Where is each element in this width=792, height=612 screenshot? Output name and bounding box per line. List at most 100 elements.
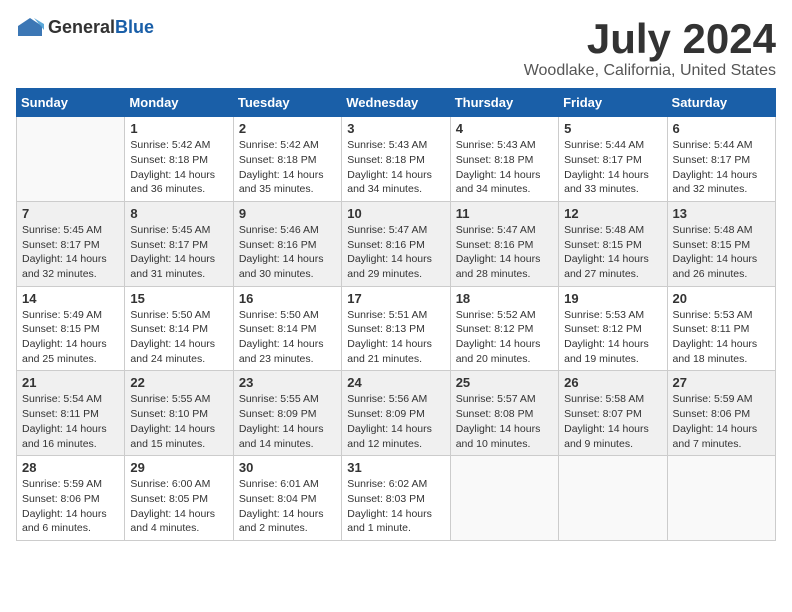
day-number: 4 (456, 121, 553, 136)
day-number: 12 (564, 206, 661, 221)
header: GeneralBlue July 2024 Woodlake, Californ… (16, 16, 776, 80)
logo: GeneralBlue (16, 16, 154, 38)
calendar-body: 1 Sunrise: 5:42 AM Sunset: 8:18 PM Daylig… (17, 117, 776, 541)
day-info: Sunrise: 5:50 AM Sunset: 8:14 PM Dayligh… (130, 308, 227, 367)
day-info: Sunrise: 5:55 AM Sunset: 8:10 PM Dayligh… (130, 392, 227, 451)
day-number: 29 (130, 460, 227, 475)
day-info: Sunrise: 5:49 AM Sunset: 8:15 PM Dayligh… (22, 308, 119, 367)
weekday-header-thursday: Thursday (450, 89, 558, 117)
logo-icon (16, 16, 44, 38)
calendar-cell: 20Sunrise: 5:53 AM Sunset: 8:11 PM Dayli… (667, 286, 775, 371)
day-number: 24 (347, 375, 444, 390)
calendar-cell: 4Sunrise: 5:43 AM Sunset: 8:18 PM Daylig… (450, 117, 558, 202)
calendar-cell: 28 Sunrise: 5:59 AM Sunset: 8:06 PM Dayli… (17, 456, 125, 541)
calendar-cell (450, 456, 558, 541)
day-info: Sunrise: 5:44 AM Sunset: 8:17 PM Dayligh… (673, 138, 770, 197)
day-info: Sunrise: 5:53 AM Sunset: 8:12 PM Dayligh… (564, 308, 661, 367)
calendar-cell: 8Sunrise: 5:45 AM Sunset: 8:17 PM Daylig… (125, 201, 233, 286)
calendar-cell (17, 117, 125, 202)
calendar-cell: 19 Sunrise: 5:53 AM Sunset: 8:12 PM Dayli… (559, 286, 667, 371)
day-number: 19 (564, 291, 661, 306)
day-number: 2 (239, 121, 336, 136)
day-info: Sunrise: 5:54 AM Sunset: 8:11 PM Dayligh… (22, 392, 119, 451)
calendar-cell: 14 Sunrise: 5:49 AM Sunset: 8:15 PM Dayli… (17, 286, 125, 371)
calendar-cell (667, 456, 775, 541)
calendar-cell: 17 Sunrise: 5:51 AM Sunset: 8:13 PM Dayli… (342, 286, 450, 371)
calendar-week-2: 7Sunrise: 5:45 AM Sunset: 8:17 PM Daylig… (17, 201, 776, 286)
day-number: 3 (347, 121, 444, 136)
day-number: 31 (347, 460, 444, 475)
day-number: 14 (22, 291, 119, 306)
calendar-header: SundayMondayTuesdayWednesdayThursdayFrid… (17, 89, 776, 117)
day-info: Sunrise: 5:50 AM Sunset: 8:14 PM Dayligh… (239, 308, 336, 367)
day-info: Sunrise: 5:47 AM Sunset: 8:16 PM Dayligh… (347, 223, 444, 282)
title-area: July 2024 Woodlake, California, United S… (524, 16, 776, 80)
day-number: 13 (673, 206, 770, 221)
day-info: Sunrise: 5:56 AM Sunset: 8:09 PM Dayligh… (347, 392, 444, 451)
main-title: July 2024 (524, 16, 776, 62)
calendar-cell: 3 Sunrise: 5:43 AM Sunset: 8:18 PM Daylig… (342, 117, 450, 202)
day-info: Sunrise: 5:44 AM Sunset: 8:17 PM Dayligh… (564, 138, 661, 197)
day-info: Sunrise: 5:51 AM Sunset: 8:13 PM Dayligh… (347, 308, 444, 367)
day-number: 23 (239, 375, 336, 390)
day-info: Sunrise: 5:58 AM Sunset: 8:07 PM Dayligh… (564, 392, 661, 451)
calendar-cell: 6Sunrise: 5:44 AM Sunset: 8:17 PM Daylig… (667, 117, 775, 202)
day-number: 5 (564, 121, 661, 136)
calendar-cell: 10 Sunrise: 5:47 AM Sunset: 8:16 PM Dayli… (342, 201, 450, 286)
day-number: 9 (239, 206, 336, 221)
day-number: 16 (239, 291, 336, 306)
calendar-cell (559, 456, 667, 541)
day-info: Sunrise: 5:52 AM Sunset: 8:12 PM Dayligh… (456, 308, 553, 367)
day-number: 17 (347, 291, 444, 306)
calendar-cell: 18 Sunrise: 5:52 AM Sunset: 8:12 PM Dayli… (450, 286, 558, 371)
day-info: Sunrise: 6:01 AM Sunset: 8:04 PM Dayligh… (239, 477, 336, 536)
day-info: Sunrise: 5:43 AM Sunset: 8:18 PM Dayligh… (347, 138, 444, 197)
day-info: Sunrise: 5:48 AM Sunset: 8:15 PM Dayligh… (673, 223, 770, 282)
day-info: Sunrise: 5:46 AM Sunset: 8:16 PM Dayligh… (239, 223, 336, 282)
day-number: 15 (130, 291, 227, 306)
day-info: Sunrise: 5:42 AM Sunset: 8:18 PM Dayligh… (239, 138, 336, 197)
weekday-header-sunday: Sunday (17, 89, 125, 117)
day-number: 22 (130, 375, 227, 390)
weekday-header-wednesday: Wednesday (342, 89, 450, 117)
calendar-cell: 13 Sunrise: 5:48 AM Sunset: 8:15 PM Dayli… (667, 201, 775, 286)
weekday-header-friday: Friday (559, 89, 667, 117)
day-number: 18 (456, 291, 553, 306)
calendar-cell: 9 Sunrise: 5:46 AM Sunset: 8:16 PM Daylig… (233, 201, 341, 286)
day-number: 1 (130, 121, 227, 136)
day-info: Sunrise: 5:42 AM Sunset: 8:18 PM Dayligh… (130, 138, 227, 197)
calendar-cell: 12Sunrise: 5:48 AM Sunset: 8:15 PM Dayli… (559, 201, 667, 286)
day-number: 25 (456, 375, 553, 390)
weekday-header-saturday: Saturday (667, 89, 775, 117)
day-info: Sunrise: 5:53 AM Sunset: 8:11 PM Dayligh… (673, 308, 770, 367)
calendar-cell: 11Sunrise: 5:47 AM Sunset: 8:16 PM Dayli… (450, 201, 558, 286)
day-number: 8 (130, 206, 227, 221)
day-info: Sunrise: 5:47 AM Sunset: 8:16 PM Dayligh… (456, 223, 553, 282)
calendar-cell: 30Sunrise: 6:01 AM Sunset: 8:04 PM Dayli… (233, 456, 341, 541)
calendar-cell: 26 Sunrise: 5:58 AM Sunset: 8:07 PM Dayli… (559, 371, 667, 456)
calendar-cell: 29Sunrise: 6:00 AM Sunset: 8:05 PM Dayli… (125, 456, 233, 541)
calendar-cell: 7Sunrise: 5:45 AM Sunset: 8:17 PM Daylig… (17, 201, 125, 286)
day-info: Sunrise: 6:02 AM Sunset: 8:03 PM Dayligh… (347, 477, 444, 536)
day-number: 10 (347, 206, 444, 221)
day-number: 28 (22, 460, 119, 475)
day-info: Sunrise: 5:59 AM Sunset: 8:06 PM Dayligh… (22, 477, 119, 536)
calendar-week-1: 1 Sunrise: 5:42 AM Sunset: 8:18 PM Daylig… (17, 117, 776, 202)
calendar: SundayMondayTuesdayWednesdayThursdayFrid… (16, 88, 776, 541)
calendar-cell: 1 Sunrise: 5:42 AM Sunset: 8:18 PM Daylig… (125, 117, 233, 202)
day-info: Sunrise: 5:45 AM Sunset: 8:17 PM Dayligh… (22, 223, 119, 282)
weekday-row: SundayMondayTuesdayWednesdayThursdayFrid… (17, 89, 776, 117)
calendar-week-5: 28 Sunrise: 5:59 AM Sunset: 8:06 PM Dayli… (17, 456, 776, 541)
calendar-week-3: 14 Sunrise: 5:49 AM Sunset: 8:15 PM Dayli… (17, 286, 776, 371)
weekday-header-monday: Monday (125, 89, 233, 117)
logo-blue: Blue (115, 17, 154, 37)
logo-general: General (48, 17, 115, 37)
subtitle: Woodlake, California, United States (524, 62, 776, 80)
calendar-cell: 27Sunrise: 5:59 AM Sunset: 8:06 PM Dayli… (667, 371, 775, 456)
day-info: Sunrise: 5:57 AM Sunset: 8:08 PM Dayligh… (456, 392, 553, 451)
calendar-cell: 22 Sunrise: 5:55 AM Sunset: 8:10 PM Dayli… (125, 371, 233, 456)
calendar-cell: 24 Sunrise: 5:56 AM Sunset: 8:09 PM Dayli… (342, 371, 450, 456)
day-number: 26 (564, 375, 661, 390)
logo-text: GeneralBlue (48, 17, 154, 38)
calendar-cell: 23Sunrise: 5:55 AM Sunset: 8:09 PM Dayli… (233, 371, 341, 456)
